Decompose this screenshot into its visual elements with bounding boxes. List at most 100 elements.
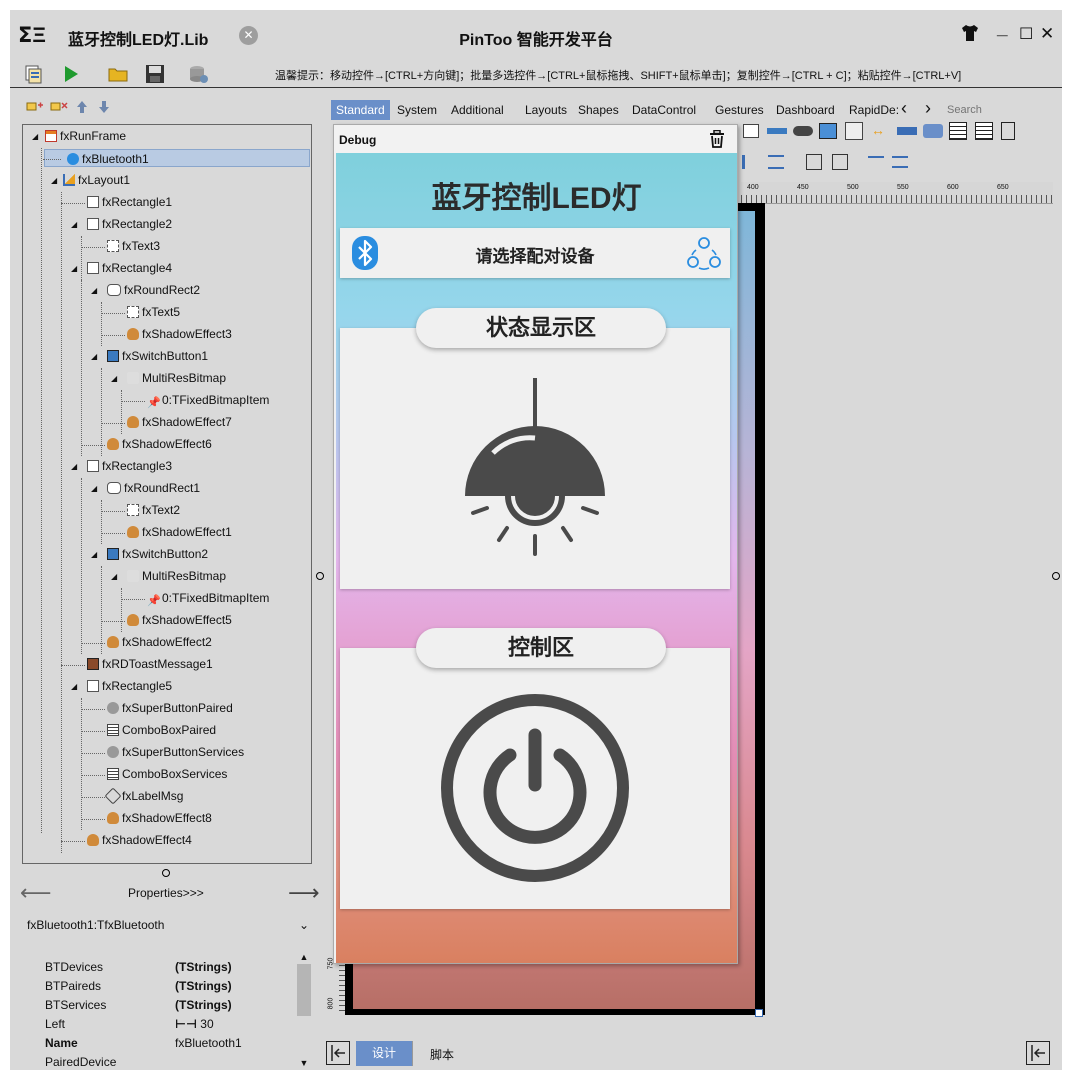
- close-button[interactable]: ✕: [1040, 24, 1054, 44]
- tree-item[interactable]: fxRectangle3: [87, 457, 172, 475]
- tree-item[interactable]: fxLayout1: [63, 171, 130, 189]
- align-left-icon[interactable]: [742, 155, 756, 169]
- remove-child-icon[interactable]: [50, 99, 68, 118]
- move-up-icon[interactable]: [76, 100, 88, 117]
- property-row[interactable]: Name fxBluetooth1: [45, 1036, 305, 1055]
- tree-item[interactable]: fxShadowEffect2: [107, 633, 212, 651]
- new-form-icon[interactable]: [23, 63, 45, 85]
- tree-item[interactable]: MultiResBitmap: [127, 567, 226, 585]
- skin-icon[interactable]: [961, 24, 979, 45]
- power-button-icon[interactable]: [440, 693, 630, 886]
- tree-item[interactable]: fxRoundRect1: [107, 479, 200, 497]
- properties-nav-label[interactable]: Properties>>>: [128, 886, 204, 900]
- tab-standard[interactable]: Standard: [331, 100, 390, 120]
- scroll-right-icon[interactable]: ›: [925, 98, 931, 118]
- tree-item[interactable]: MultiResBitmap: [127, 369, 226, 387]
- tab-design[interactable]: 设计: [356, 1041, 412, 1066]
- gear-button-icon[interactable]: [923, 124, 943, 138]
- tree-item[interactable]: fxRoundRect2: [107, 281, 200, 299]
- tree-item[interactable]: fxSwitchButton1: [107, 347, 208, 365]
- property-row[interactable]: BTPaireds (TStrings): [45, 979, 305, 998]
- deploy-icon[interactable]: [187, 63, 209, 85]
- more-icon[interactable]: [1001, 122, 1015, 140]
- progress-icon[interactable]: [767, 128, 787, 134]
- tree-item[interactable]: ComboBoxServices: [107, 765, 227, 783]
- edit-icon[interactable]: [743, 124, 759, 138]
- listbox-icon[interactable]: [949, 122, 967, 140]
- tree-item[interactable]: fxSuperButtonServices: [107, 743, 244, 761]
- add-child-icon[interactable]: [26, 99, 44, 118]
- tree-item[interactable]: fxShadowEffect3: [127, 325, 232, 343]
- object-selector[interactable]: fxBluetooth1:TfxBluetooth ⌄: [27, 918, 309, 938]
- tree-item[interactable]: fxSwitchButton2: [107, 545, 208, 563]
- tree-item[interactable]: fxText2: [127, 501, 180, 519]
- run-icon[interactable]: [60, 63, 82, 85]
- tree-item[interactable]: fxShadowEffect7: [127, 413, 232, 431]
- tree-item[interactable]: fxRDToastMessage1: [87, 655, 213, 673]
- tree-item[interactable]: fxRectangle5: [87, 677, 172, 695]
- scroll-left-icon[interactable]: ‹: [901, 98, 907, 118]
- tab-system[interactable]: System: [397, 100, 437, 120]
- trash-icon[interactable]: [709, 129, 725, 151]
- splitter-icon[interactable]: ↔: [871, 122, 885, 138]
- listview-icon[interactable]: [975, 122, 993, 140]
- group-icon[interactable]: [845, 122, 863, 140]
- tab-script[interactable]: 脚本: [430, 1046, 454, 1063]
- property-row[interactable]: PairedDevice: [45, 1055, 305, 1070]
- space-v-icon[interactable]: [892, 156, 908, 168]
- tree-item[interactable]: fxRunFrame: [45, 127, 126, 145]
- tree-item-selected[interactable]: fxBluetooth1: [43, 149, 310, 167]
- resize-handle[interactable]: [755, 1009, 763, 1017]
- open-folder-icon[interactable]: [107, 63, 129, 85]
- switch-icon[interactable]: [793, 126, 813, 136]
- tab-rapiddev[interactable]: RapidDe:: [849, 100, 899, 120]
- minimize-button[interactable]: _: [997, 18, 1008, 40]
- tab-dashboard[interactable]: Dashboard: [776, 100, 835, 120]
- align-bottom-icon[interactable]: [832, 154, 848, 170]
- tab-shapes[interactable]: Shapes: [578, 100, 619, 120]
- control-section-title: 控制区: [416, 628, 666, 668]
- align-center-icon[interactable]: [768, 155, 784, 169]
- tree-item[interactable]: fxShadowEffect6: [107, 435, 212, 453]
- tab-datacontrol[interactable]: DataControl: [632, 100, 696, 120]
- property-row[interactable]: Left ⊢⊣ 30: [45, 1017, 305, 1036]
- tree-item[interactable]: fxShadowEffect8: [107, 809, 212, 827]
- tree-item[interactable]: fxRectangle2: [87, 215, 172, 233]
- scan-devices-icon[interactable]: [686, 235, 722, 274]
- tree-item[interactable]: fxRectangle4: [87, 259, 172, 277]
- tab-gestures[interactable]: Gestures: [715, 100, 764, 120]
- tree-item[interactable]: fxText5: [127, 303, 180, 321]
- next-arrow-icon[interactable]: ⟶: [288, 880, 320, 906]
- property-row[interactable]: BTDevices (TStrings): [45, 960, 305, 979]
- tree-item[interactable]: fxText3: [107, 237, 160, 255]
- tree-item[interactable]: ComboBoxPaired: [107, 721, 216, 739]
- align-top-icon[interactable]: [806, 154, 822, 170]
- move-down-icon[interactable]: [98, 100, 110, 117]
- tree-item[interactable]: 📌0:TFixedBitmapItem: [147, 391, 269, 409]
- width-icon: ⊢⊣: [175, 1017, 197, 1031]
- tree-item[interactable]: fxRectangle1: [87, 193, 172, 211]
- tree-item[interactable]: fxShadowEffect4: [87, 831, 192, 849]
- tree-item[interactable]: fxSuperButtonPaired: [107, 699, 233, 717]
- device-select-bar[interactable]: 请选择配对设备: [340, 228, 730, 278]
- tab-layouts[interactable]: Layouts: [525, 100, 567, 120]
- tree-item[interactable]: fxLabelMsg: [104, 787, 183, 805]
- collapse-left-icon[interactable]: [326, 1041, 350, 1065]
- tree-item[interactable]: fxShadowEffect5: [127, 611, 232, 629]
- trackbar-icon[interactable]: [897, 127, 917, 135]
- palette-search-input[interactable]: [947, 100, 1047, 120]
- collapse-right-icon[interactable]: [1026, 1041, 1050, 1065]
- space-h-icon[interactable]: [868, 156, 884, 168]
- close-library-button[interactable]: ✕: [239, 26, 258, 45]
- tab-additional[interactable]: Additional: [451, 100, 504, 120]
- property-row[interactable]: BTServices (TStrings): [45, 998, 305, 1017]
- right-splitter-handle[interactable]: [1052, 572, 1060, 580]
- tree-item[interactable]: fxShadowEffect1: [127, 523, 232, 541]
- prev-arrow-icon[interactable]: ⟵: [20, 880, 52, 906]
- tree-item[interactable]: 📌0:TFixedBitmapItem: [147, 589, 269, 607]
- save-icon[interactable]: [144, 63, 166, 85]
- left-splitter-handle[interactable]: [316, 572, 324, 580]
- maximize-button[interactable]: ☐: [1019, 24, 1033, 44]
- button-icon[interactable]: [819, 123, 837, 139]
- app-logo-icon: ⵉΞ: [18, 24, 46, 47]
